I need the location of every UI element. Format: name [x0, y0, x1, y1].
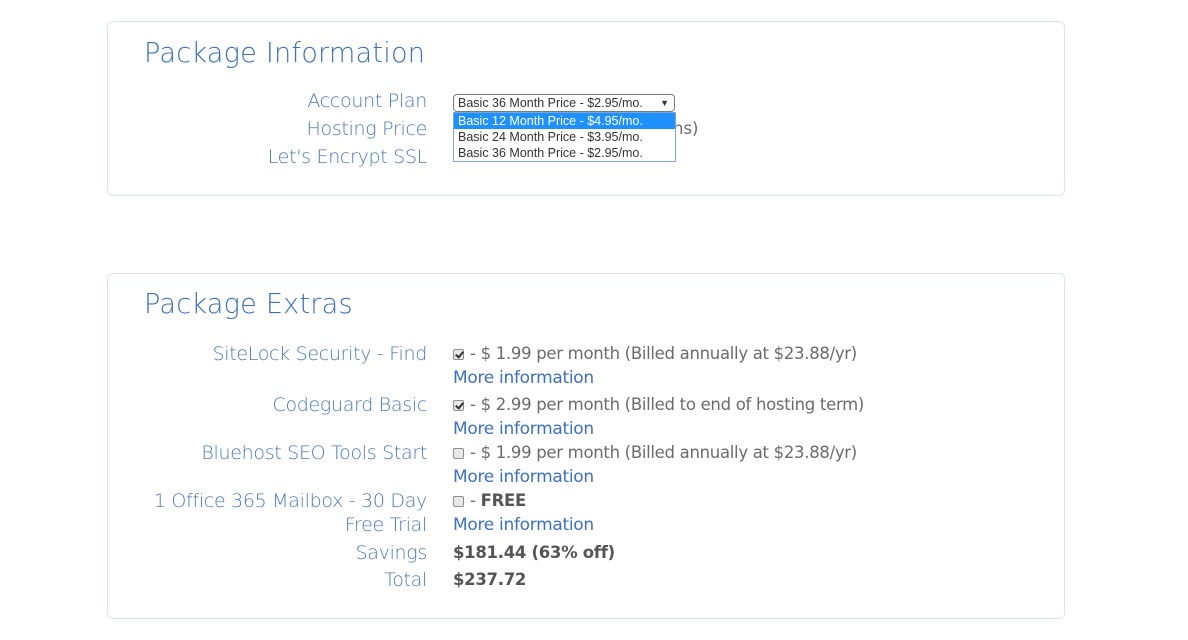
- total-label: Total: [384, 569, 427, 591]
- sitelock-checkbox[interactable]: [453, 349, 464, 360]
- option-basic-24-month[interactable]: Basic 24 Month Price - $3.95/mo.: [454, 129, 675, 145]
- account-plan-select[interactable]: Basic 36 Month Price - $2.95/mo. ▼: [453, 94, 675, 112]
- codeguard-checkbox[interactable]: [453, 400, 464, 411]
- option-basic-12-month[interactable]: Basic 12 Month Price - $4.95/mo.: [454, 113, 675, 129]
- sitelock-price: - $ 1.99 per month (Billed annually at $…: [470, 344, 857, 363]
- package-information-title: Package Information: [144, 36, 426, 69]
- seo-tools-option: - $ 1.99 per month (Billed annually at $…: [453, 442, 857, 464]
- sitelock-option: - $ 1.99 per month (Billed annually at $…: [453, 343, 857, 365]
- sitelock-more-info-link[interactable]: More information: [453, 367, 594, 389]
- sitelock-label: SiteLock Security - Find: [212, 343, 427, 365]
- seo-tools-checkbox[interactable]: [453, 448, 464, 459]
- package-extras-title: Package Extras: [144, 287, 353, 320]
- office365-checkbox[interactable]: [453, 496, 464, 507]
- savings-label: Savings: [355, 542, 428, 564]
- seo-tools-label: Bluehost SEO Tools Start: [201, 442, 427, 464]
- office365-more-info-link[interactable]: More information: [453, 514, 594, 536]
- office365-option: - FREE: [453, 490, 526, 512]
- account-plan-label: Account Plan: [307, 90, 427, 112]
- office365-label-line1: 1 Office 365 Mailbox - 30 Day: [153, 490, 427, 512]
- package-information-panel: Package Information Account Plan Hosting…: [107, 21, 1065, 196]
- savings-value: $181.44 (63% off): [453, 543, 615, 562]
- option-basic-36-month[interactable]: Basic 36 Month Price - $2.95/mo.: [454, 145, 675, 161]
- chevron-down-icon: ▼: [660, 98, 669, 108]
- seo-tools-price: - $ 1.99 per month (Billed annually at $…: [470, 443, 857, 462]
- codeguard-price: - $ 2.99 per month (Billed to end of hos…: [470, 395, 865, 414]
- package-extras-panel: Package Extras SiteLock Security - Find …: [107, 273, 1065, 619]
- account-plan-selected-value: Basic 36 Month Price - $2.95/mo.: [458, 96, 643, 110]
- ssl-label: Let's Encrypt SSL: [267, 146, 428, 168]
- codeguard-option: - $ 2.99 per month (Billed to end of hos…: [453, 394, 864, 416]
- hosting-price-value: hs): [673, 119, 699, 138]
- account-plan-options-list: Basic 12 Month Price - $4.95/mo. Basic 2…: [453, 112, 676, 162]
- codeguard-more-info-link[interactable]: More information: [453, 418, 594, 440]
- office365-price: FREE: [480, 491, 527, 510]
- office365-label-line2: Free Trial: [344, 514, 427, 536]
- hosting-price-label: Hosting Price: [306, 118, 428, 140]
- office365-price-prefix: -: [470, 491, 481, 510]
- codeguard-label: Codeguard Basic: [272, 394, 427, 416]
- total-value: $237.72: [453, 570, 527, 589]
- seo-tools-more-info-link[interactable]: More information: [453, 466, 594, 488]
